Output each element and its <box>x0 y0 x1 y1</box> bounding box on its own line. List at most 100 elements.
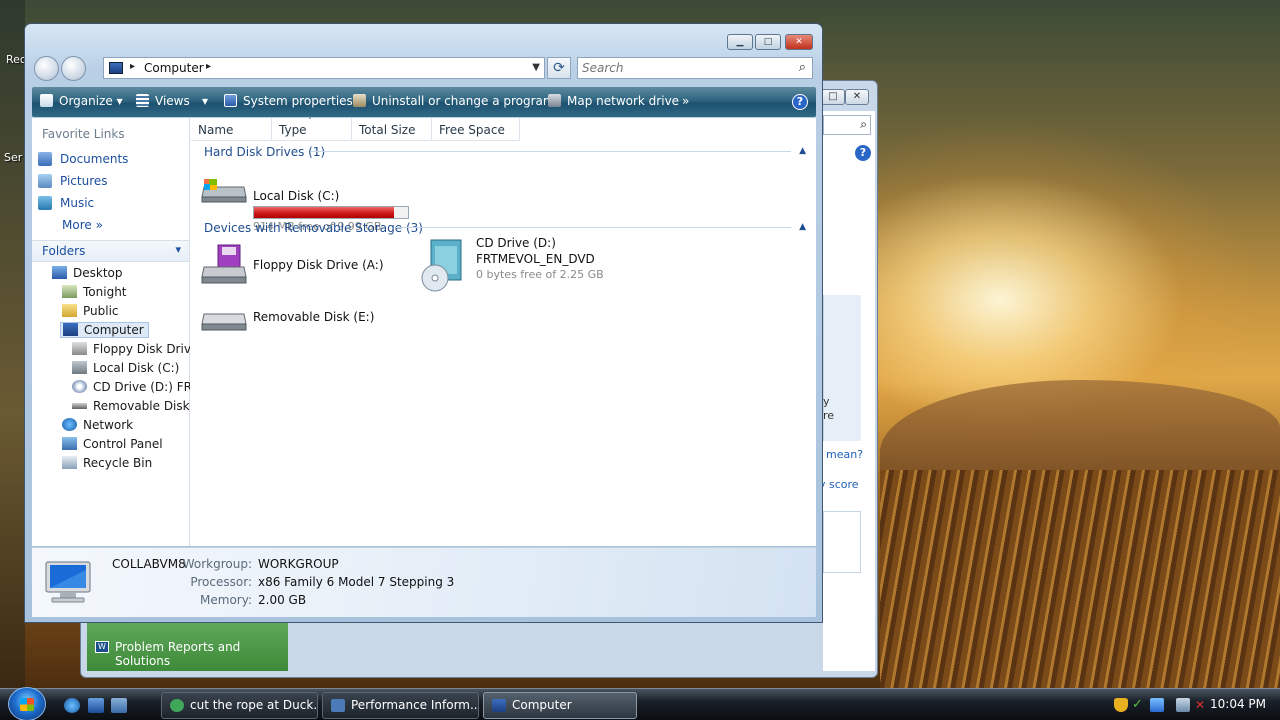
favorite-link-label: Documents <box>60 152 129 166</box>
tree-item-removable[interactable]: Removable Disk (E <box>72 399 190 413</box>
breadcrumb-arrow-icon[interactable]: ▸ <box>206 61 211 72</box>
taskbar-item-performance[interactable]: Performance Inform... <box>322 692 479 719</box>
uninstall-button[interactable]: Uninstall or change a program <box>353 94 555 108</box>
computer-icon <box>63 323 78 336</box>
group-removable-storage[interactable]: Devices with Removable Storage (3) <box>204 221 423 235</box>
tree-item-desktop[interactable]: Desktop <box>52 266 123 280</box>
bg-help-icon[interactable]: ? <box>855 145 871 161</box>
map-network-drive-button[interactable]: Map network drive <box>548 94 679 108</box>
breadcrumb-arrow-icon[interactable]: ▸ <box>130 61 135 72</box>
internet-explorer-icon[interactable] <box>64 698 80 713</box>
checkmark-icon[interactable]: ✓ <box>1132 698 1146 712</box>
favorite-link-label: Pictures <box>60 174 108 188</box>
system-properties-icon <box>224 94 237 107</box>
forward-button[interactable] <box>61 56 86 81</box>
tree-item-floppy[interactable]: Floppy Disk Drive <box>72 342 190 356</box>
switch-windows-icon[interactable] <box>111 698 127 713</box>
desktop-field <box>880 470 1280 688</box>
drive-name: CD Drive (D:) <box>476 236 556 250</box>
computer-name: COLLABVM8 <box>112 557 186 571</box>
tree-item-computer[interactable]: Computer <box>60 322 149 338</box>
group-hard-disk-drives[interactable]: Hard Disk Drives (1) <box>204 145 325 159</box>
collapse-group-icon[interactable]: ▲ <box>799 222 806 232</box>
drive-name: Local Disk (C:) <box>253 189 340 203</box>
uninstall-icon <box>353 94 366 107</box>
control-panel-icon <box>62 437 77 450</box>
tree-item-cd-drive[interactable]: CD Drive (D:) FRTI <box>72 380 190 394</box>
desktop-icon-ser[interactable]: Ser <box>4 151 22 164</box>
folders-chevron-icon[interactable]: ▾ <box>175 243 181 256</box>
views-dropdown-icon[interactable]: ▾ <box>202 94 208 108</box>
display-icon[interactable] <box>1176 698 1190 712</box>
column-header-type[interactable]: Type ˆ <box>272 117 352 141</box>
tree-item-network[interactable]: Network <box>62 418 133 432</box>
favorite-link-label: Music <box>60 196 95 210</box>
problem-reports-link[interactable]: W Problem Reports and Solutions <box>87 623 288 671</box>
network-icon <box>62 418 77 431</box>
processor-value: x86 Family 6 Model 7 Stepping 3 <box>258 575 455 589</box>
organize-icon <box>40 94 53 107</box>
collapse-group-icon[interactable]: ▲ <box>799 146 806 156</box>
help-icon[interactable]: ? <box>792 94 808 110</box>
file-list: Name Type ˆ Total Size Free Space Hard Di… <box>191 117 816 546</box>
documents-icon <box>38 152 52 166</box>
tree-label: Computer <box>84 323 144 337</box>
search-input[interactable] <box>582 60 792 76</box>
bg-link-score[interactable]: y score <box>819 478 859 491</box>
maximize-button[interactable]: □ <box>755 34 781 50</box>
tree-item-recycle-bin[interactable]: Recycle Bin <box>62 456 152 470</box>
taskbar-item-browser[interactable]: cut the rope at Duck... <box>161 692 318 719</box>
system-properties-button[interactable]: System properties <box>224 94 353 108</box>
column-header-name[interactable]: Name <box>191 118 272 141</box>
clock[interactable]: 10:04 PM <box>1210 697 1266 711</box>
tree-item-local-disk[interactable]: Local Disk (C:) <box>72 361 190 375</box>
search-field[interactable]: ⌕ <box>577 57 813 79</box>
column-header-total-size[interactable]: Total Size <box>352 118 432 141</box>
tree-label: Control Panel <box>83 437 163 451</box>
taskbar-item-computer[interactable]: Computer <box>483 692 637 719</box>
favorite-link-pictures[interactable]: Pictures <box>38 174 108 188</box>
search-icon[interactable]: ⌕ <box>799 60 806 75</box>
minimize-button[interactable]: ▁ <box>727 34 753 50</box>
views-button[interactable]: Views <box>136 94 190 108</box>
bg-maximize-button[interactable]: □ <box>821 89 845 105</box>
network-status-icon[interactable] <box>1150 698 1164 712</box>
bg-fragment-re: re <box>823 409 835 422</box>
close-button[interactable]: ✕ <box>785 34 813 50</box>
computer-icon <box>492 699 506 712</box>
more-label: More <box>62 218 92 232</box>
task-label: cut the rope at Duck... <box>190 698 318 712</box>
refresh-button[interactable]: ⟳ <box>547 57 571 79</box>
tree-item-public[interactable]: Public <box>62 304 119 318</box>
volume-muted-icon[interactable]: ✕ <box>1195 698 1209 712</box>
tree-item-control-panel[interactable]: Control Panel <box>62 437 163 451</box>
drive-name: Removable Disk (E:) <box>253 310 375 324</box>
computer-monitor-icon <box>45 561 91 603</box>
address-dropdown-icon[interactable]: ▼ <box>532 62 540 73</box>
desktop-icon-recycle[interactable]: Rec <box>6 53 26 66</box>
computer-window[interactable]: ▁ □ ✕ ▸ Computer ▸ ▼ ⟳ ⌕ Organize ▾ View… <box>24 23 823 623</box>
more-links-button[interactable]: More » <box>62 218 103 232</box>
column-header-free-space[interactable]: Free Space <box>432 118 520 141</box>
bg-close-button[interactable]: ✕ <box>845 89 869 105</box>
organize-button[interactable]: Organize ▾ <box>40 94 123 108</box>
bg-search-input[interactable]: ⌕ <box>823 115 871 135</box>
favorite-link-music[interactable]: Music <box>38 196 94 210</box>
tree-item-tonight[interactable]: Tonight <box>62 285 127 299</box>
favorite-link-documents[interactable]: Documents <box>38 152 128 166</box>
removable-drive-icon <box>201 313 247 331</box>
show-desktop-icon[interactable] <box>88 698 104 713</box>
back-button[interactable] <box>34 56 59 81</box>
tree-label: Floppy Disk Drive <box>93 342 190 356</box>
security-shield-icon[interactable] <box>1114 698 1128 712</box>
views-label: Views <box>155 94 190 108</box>
computer-icon <box>109 62 123 74</box>
column-header-label: Type <box>279 123 307 137</box>
address-bar[interactable]: ▸ Computer ▸ ▼ <box>103 57 545 79</box>
toolbar-overflow-chevron[interactable]: » <box>682 94 689 108</box>
bg-link-mean[interactable]: mean? <box>826 448 863 461</box>
start-button[interactable] <box>8 687 46 720</box>
breadcrumb-computer[interactable]: Computer <box>144 61 204 75</box>
folders-header[interactable]: Folders ▾ <box>32 240 189 262</box>
music-icon <box>38 196 52 210</box>
